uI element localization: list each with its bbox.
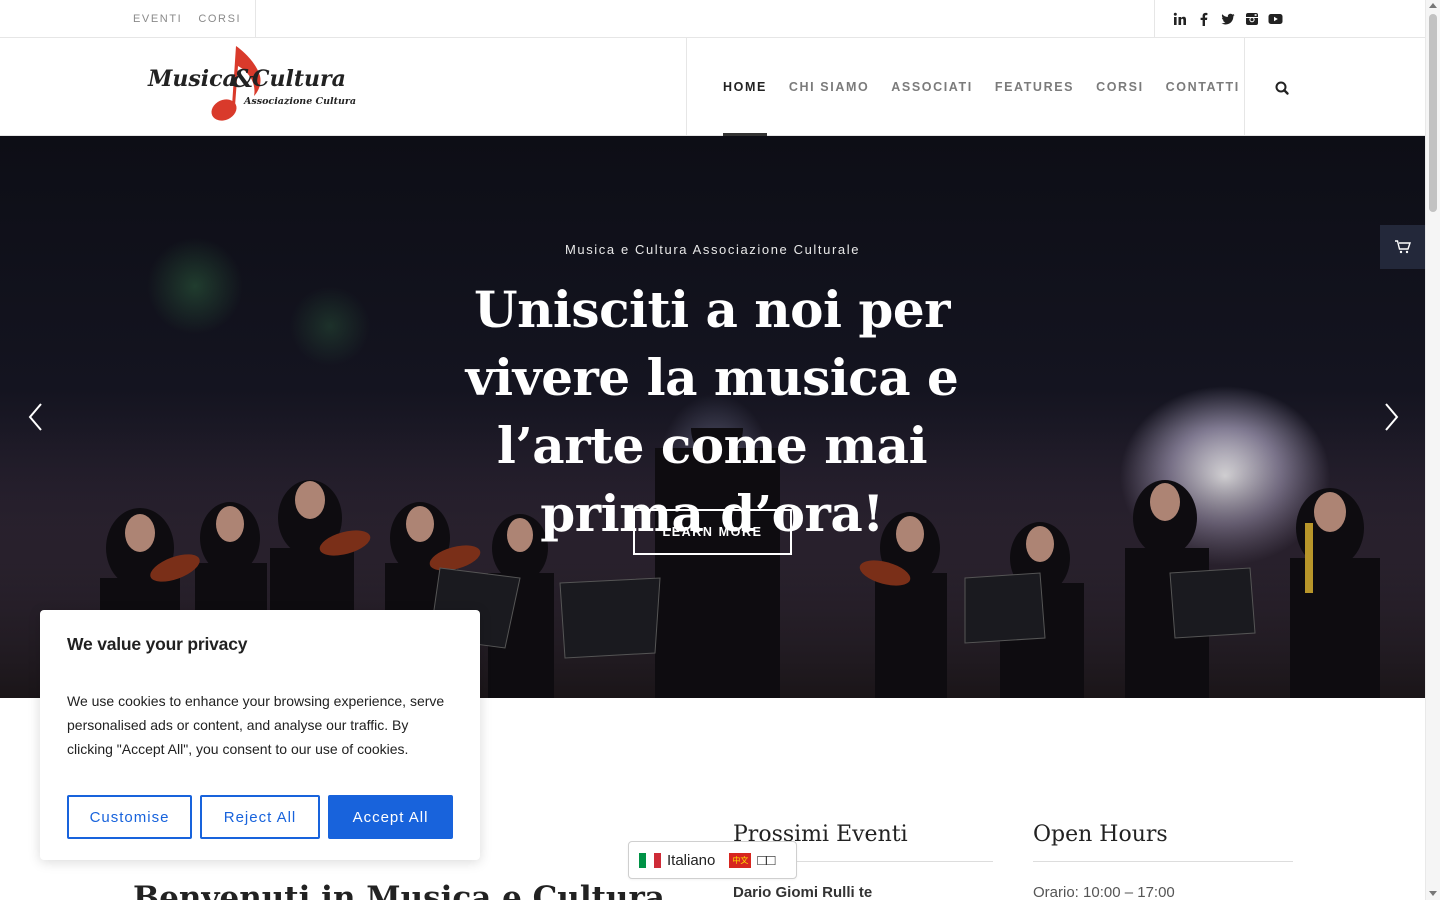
cookie-title: We value your privacy (67, 634, 248, 654)
top-bar: EVENTI CORSI (0, 0, 1425, 38)
hours-title: Open Hours (1033, 822, 1293, 862)
hero-kicker: Musica e Cultura Associazione Culturale (564, 242, 861, 257)
youtube-icon[interactable] (1268, 12, 1283, 27)
language-italiano[interactable]: Italiano (667, 852, 715, 869)
cart-button[interactable] (1380, 225, 1425, 269)
nav-chi-siamo[interactable]: CHI SIAMO (789, 38, 869, 136)
scroll-up-icon[interactable] (1429, 3, 1437, 8)
page-scrollbar[interactable] (1425, 0, 1440, 900)
nav-associati[interactable]: ASSOCIATI (891, 38, 973, 136)
hero-title: Unisciti a noi per vivere la musica e l’… (465, 280, 959, 543)
cookie-consent-banner: We value your privacy We use cookies to … (40, 610, 480, 860)
nav-features[interactable]: FEATURES (995, 38, 1074, 136)
site-logo[interactable]: Musica & Cultura Associazione Culturale (146, 40, 366, 126)
event-item[interactable]: Dario Giomi Rulli te (733, 884, 993, 900)
cart-icon (1394, 240, 1411, 254)
welcome-heading: Benvenuti in Musica e Cultura (133, 880, 665, 900)
linkedin-icon[interactable] (1172, 12, 1187, 27)
reject-all-button[interactable]: Reject All (200, 795, 320, 839)
language-switcher[interactable]: Italiano 中文 □□ (628, 841, 797, 879)
cookie-text: We use cookies to enhance your browsing … (67, 693, 445, 757)
nav-contatti[interactable]: CONTATTI (1166, 38, 1240, 136)
hours-line: Orario: 10:00 – 17:00 (1033, 884, 1175, 900)
top-link-corsi[interactable]: CORSI (198, 13, 241, 25)
divider (255, 0, 256, 38)
instagram-icon[interactable] (1244, 12, 1259, 27)
language-chinese[interactable]: □□ (757, 852, 775, 869)
italy-flag-icon (639, 852, 661, 868)
customise-button[interactable]: Customise (67, 795, 192, 839)
site-header: Musica & Cultura Associazione Culturale … (0, 38, 1425, 136)
twitter-icon[interactable] (1220, 12, 1235, 27)
hours-widget: Open Hours Orario: 10:00 – 17:00 (1033, 822, 1293, 900)
slider-prev-arrow-icon[interactable] (22, 400, 52, 434)
divider (1244, 38, 1245, 136)
accept-all-button[interactable]: Accept All (328, 795, 453, 839)
top-links: EVENTI CORSI (133, 0, 241, 38)
china-flag-icon: 中文 (729, 852, 752, 868)
main-nav: HOME CHI SIAMO ASSOCIATI FEATURES CORSI … (723, 38, 1240, 136)
scrollbar-thumb[interactable] (1429, 14, 1437, 212)
svg-text:Cultura: Cultura (252, 66, 346, 92)
svg-text:Musica: Musica (147, 66, 237, 92)
divider (1154, 0, 1155, 38)
scroll-down-icon[interactable] (1429, 891, 1437, 896)
nav-corsi[interactable]: CORSI (1096, 38, 1144, 136)
learn-more-button[interactable]: LEARN MORE (633, 509, 792, 555)
svg-text:&: & (232, 64, 254, 93)
search-icon[interactable] (1272, 78, 1292, 98)
cookie-buttons: Customise Reject All Accept All (67, 795, 453, 839)
svg-text:Associazione Culturale: Associazione Culturale (243, 96, 356, 107)
facebook-icon[interactable] (1196, 12, 1211, 27)
slider-next-arrow-icon[interactable] (1376, 400, 1406, 434)
social-links (1172, 0, 1283, 38)
top-link-eventi[interactable]: EVENTI (133, 13, 182, 25)
divider (686, 38, 687, 136)
nav-home[interactable]: HOME (723, 38, 767, 136)
